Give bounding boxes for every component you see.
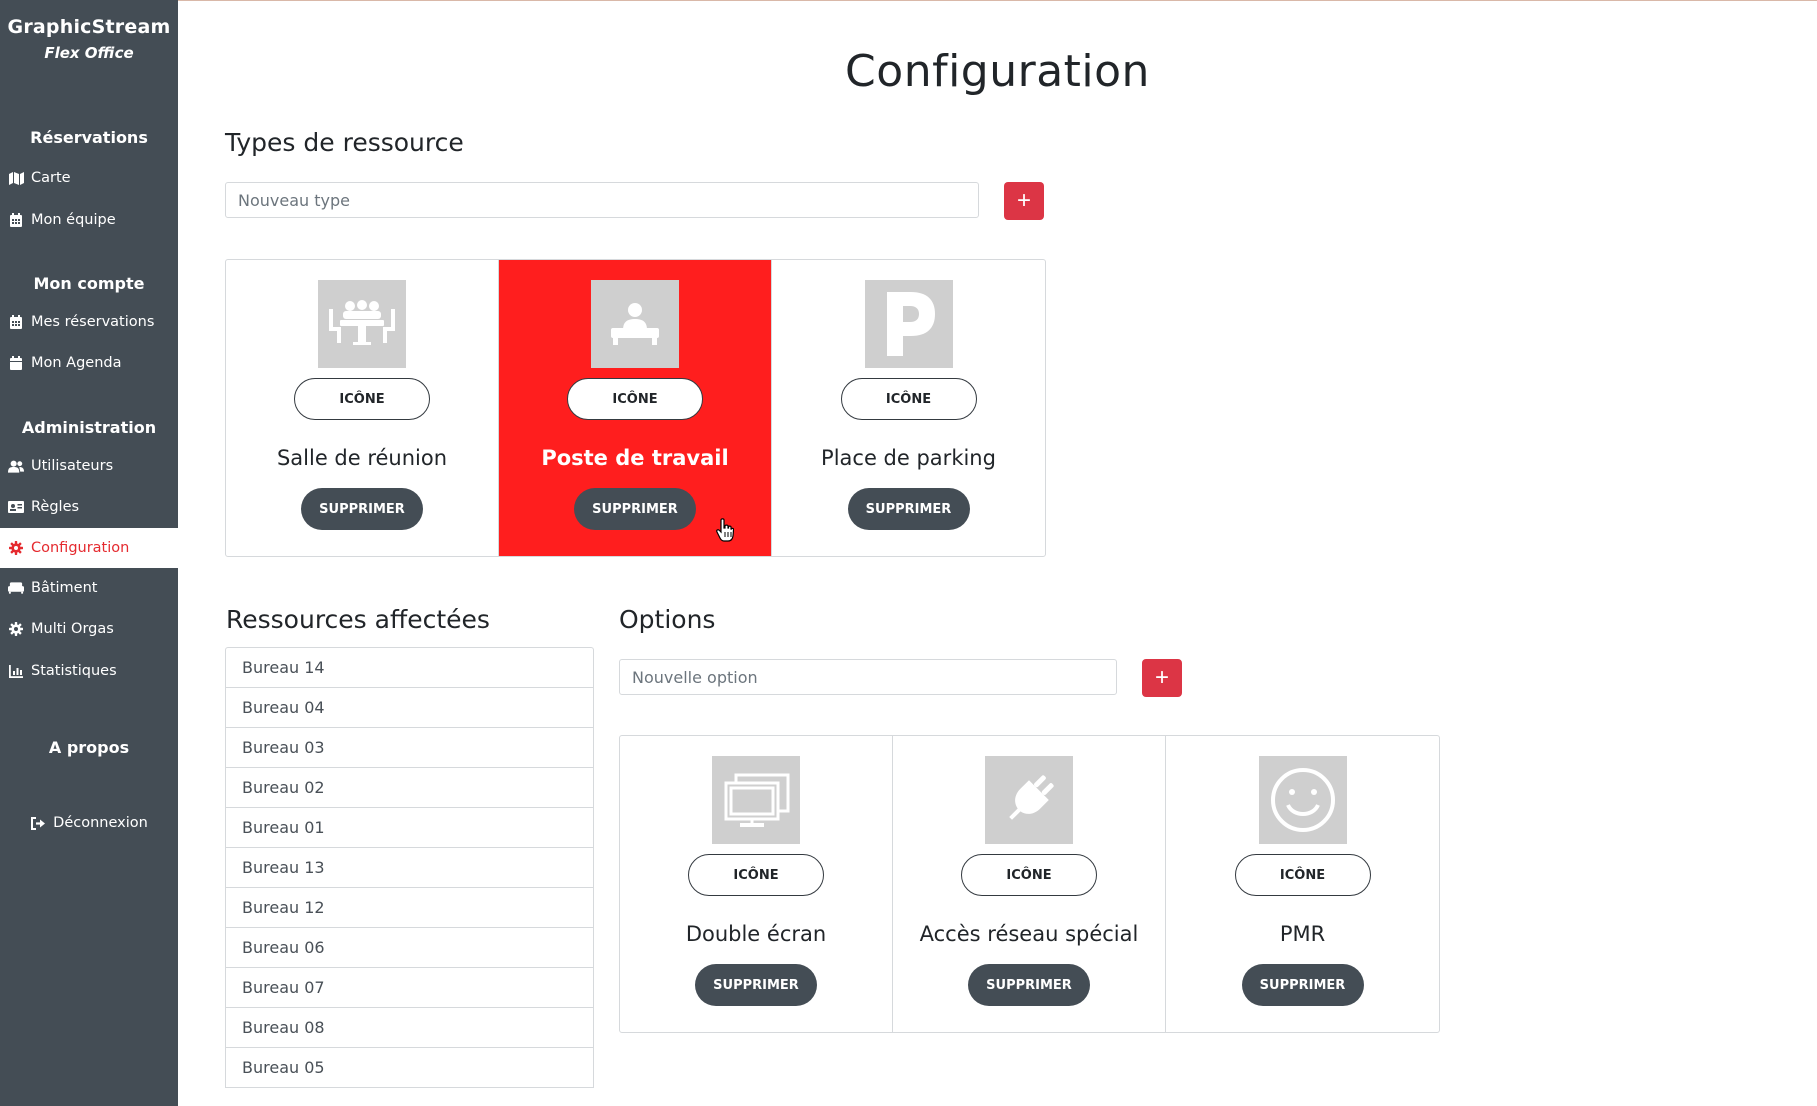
icon-button[interactable]: ICÔNE <box>567 378 703 420</box>
smiley-icon <box>1258 756 1347 844</box>
resource-type-name: Poste de travail <box>541 446 729 470</box>
brand: GraphicStream Flex Office <box>0 0 178 62</box>
sidebar-item-label: Carte <box>31 170 71 186</box>
list-item[interactable]: Bureau 12 <box>226 888 593 928</box>
resource-type-card[interactable]: ICÔNE Place de parking SUPPRIMER <box>772 260 1045 556</box>
assigned-resources-heading: Ressources affectées <box>226 605 490 634</box>
section-about[interactable]: A propos <box>0 738 178 757</box>
option-card[interactable]: ICÔNE PMR SUPPRIMER <box>1166 736 1439 1032</box>
sidebar-item-label: Utilisateurs <box>31 458 114 474</box>
options-heading: Options <box>619 605 716 634</box>
sidebar-item-users[interactable]: Utilisateurs <box>0 446 178 486</box>
icon-button[interactable]: ICÔNE <box>1234 854 1371 896</box>
calendar-icon <box>8 212 24 228</box>
list-item[interactable]: Bureau 06 <box>226 928 593 968</box>
new-type-input[interactable] <box>225 182 979 218</box>
add-type-button[interactable]: + <box>1004 182 1044 220</box>
gear-icon <box>8 621 24 637</box>
id-card-icon <box>8 499 24 515</box>
sidebar-item-label: Configuration <box>31 540 130 556</box>
list-item[interactable]: Bureau 01 <box>226 808 593 848</box>
parking-icon <box>864 280 953 368</box>
sidebar-item-label: Bâtiment <box>31 580 98 596</box>
list-item[interactable]: Bureau 08 <box>226 1008 593 1048</box>
top-border <box>0 0 1817 1</box>
sidebar-item-label: Mon équipe <box>31 212 116 228</box>
delete-button[interactable]: SUPPRIMER <box>301 488 423 530</box>
meeting-room-icon <box>318 280 406 368</box>
delete-button[interactable]: SUPPRIMER <box>1241 964 1364 1006</box>
hand-cursor-icon <box>716 518 735 546</box>
option-name: Accès réseau spécial <box>919 922 1139 946</box>
section-account: Mon compte <box>33 274 145 293</box>
list-item[interactable]: Bureau 13 <box>226 848 593 888</box>
calendar-icon <box>8 355 24 371</box>
sidebar-item-logout[interactable]: Déconnexion <box>0 803 178 843</box>
add-option-button[interactable]: + <box>1142 659 1182 697</box>
icon-button[interactable]: ICÔNE <box>961 854 1097 896</box>
option-name: Double écran <box>685 922 827 946</box>
icon-button[interactable]: ICÔNE <box>688 854 824 896</box>
page-title: Configuration <box>845 46 1150 97</box>
resource-type-name: Place de parking <box>821 446 996 470</box>
brand-subtitle: Flex Office <box>44 44 134 62</box>
list-item[interactable]: Bureau 05 <box>226 1048 593 1088</box>
sidebar-item-configuration[interactable]: Configuration <box>0 528 178 568</box>
list-item[interactable]: Bureau 02 <box>226 768 593 808</box>
gear-icon <box>8 540 24 556</box>
sidebar-item-label: Multi Orgas <box>31 621 114 637</box>
users-icon <box>8 458 24 474</box>
sidebar-item-team[interactable]: Mon équipe <box>0 200 178 240</box>
new-option-input[interactable] <box>619 659 1117 695</box>
sidebar: GraphicStream Flex Office Réservations C… <box>0 0 178 1106</box>
delete-button[interactable]: SUPPRIMER <box>574 488 696 530</box>
sidebar-item-my-bookings[interactable]: Mes réservations <box>0 302 178 342</box>
icon-button[interactable]: ICÔNE <box>840 378 977 420</box>
option-card[interactable]: ICÔNE Double écran SUPPRIMER <box>620 736 893 1032</box>
sidebar-item-rules[interactable]: Règles <box>0 487 178 527</box>
sidebar-item-agenda[interactable]: Mon Agenda <box>0 343 178 383</box>
sidebar-item-building[interactable]: Bâtiment <box>0 568 178 608</box>
calendar-icon <box>8 314 24 330</box>
sign-out-icon <box>30 815 46 831</box>
chart-icon <box>8 663 24 679</box>
resource-types-cards: ICÔNE Salle de réunion SUPPRIMER ICÔNE P… <box>225 259 1046 557</box>
list-item[interactable]: Bureau 04 <box>226 688 593 728</box>
brand-name: GraphicStream <box>7 16 171 38</box>
resource-type-card[interactable]: ICÔNE Salle de réunion SUPPRIMER <box>226 260 499 556</box>
list-item[interactable]: Bureau 03 <box>226 728 593 768</box>
resource-type-name: Salle de réunion <box>276 446 448 470</box>
sidebar-item-label: Mes réservations <box>31 314 155 330</box>
map-icon <box>8 170 24 186</box>
sidebar-item-label: Mon Agenda <box>31 355 122 371</box>
list-item[interactable]: Bureau 14 <box>226 648 593 688</box>
options-cards: ICÔNE Double écran SUPPRIMER ICÔNE Accès… <box>619 735 1440 1033</box>
sidebar-item-stats[interactable]: Statistiques <box>0 651 178 691</box>
couch-icon <box>8 580 24 596</box>
option-card[interactable]: ICÔNE Accès réseau spécial SUPPRIMER <box>893 736 1166 1032</box>
delete-button[interactable]: SUPPRIMER <box>695 964 817 1006</box>
section-admin: Administration <box>21 418 157 437</box>
sidebar-item-label: Déconnexion <box>53 815 148 831</box>
resource-type-card-selected[interactable]: ICÔNE Poste de travail SUPPRIMER <box>499 260 772 556</box>
sidebar-item-label: Règles <box>31 499 80 515</box>
assigned-resources-list: Bureau 14 Bureau 04 Bureau 03 Bureau 02 … <box>225 647 594 1088</box>
sidebar-item-multi-orgs[interactable]: Multi Orgas <box>0 609 178 649</box>
icon-button[interactable]: ICÔNE <box>294 378 430 420</box>
section-reservations: Réservations <box>30 128 148 147</box>
delete-button[interactable]: SUPPRIMER <box>847 488 970 530</box>
delete-button[interactable]: SUPPRIMER <box>968 964 1090 1006</box>
list-item[interactable]: Bureau 07 <box>226 968 593 1008</box>
plug-icon <box>985 756 1073 844</box>
desk-icon <box>591 280 679 368</box>
resource-types-heading: Types de ressource <box>225 128 464 157</box>
sidebar-item-map[interactable]: Carte <box>0 158 178 198</box>
sidebar-item-label: Statistiques <box>31 663 117 679</box>
dual-screen-icon <box>712 756 800 844</box>
option-name: PMR <box>1279 922 1326 946</box>
